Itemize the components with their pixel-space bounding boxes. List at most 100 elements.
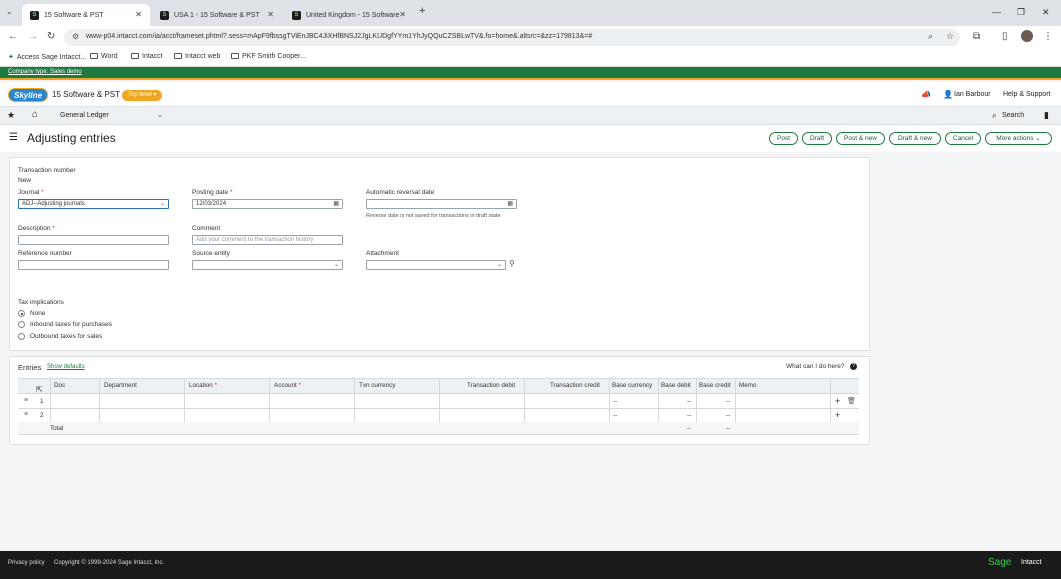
restore-icon[interactable]: ❐ xyxy=(1017,7,1025,18)
close-window-icon[interactable]: ✕ xyxy=(1042,7,1050,18)
comment-input[interactable]: Add your comment to the transaction hist… xyxy=(192,235,343,245)
bookmarks-bar: ✦ Access Sage Intacct... Word Intacct Int… xyxy=(0,48,1061,67)
reference-number-input[interactable] xyxy=(18,260,169,270)
column-header-department: Department xyxy=(104,382,137,389)
announcements-icon[interactable]: 📣 xyxy=(921,90,931,99)
new-tab-icon[interactable]: + xyxy=(419,5,425,17)
row-number: 2 xyxy=(40,412,44,419)
base-credit-cell: -- xyxy=(726,398,731,405)
post-button[interactable]: Post xyxy=(769,132,798,145)
company-name: 15 Software & PST xyxy=(52,90,121,99)
more-actions-button[interactable]: More actions ⌄ xyxy=(985,132,1052,145)
column-header-txn-currency: Txn currency xyxy=(359,382,396,389)
help-link[interactable]: What can I do here? xyxy=(786,363,845,370)
bookmark-icon[interactable]: ▮ xyxy=(1044,110,1049,121)
delete-row-icon[interactable]: 🗑 xyxy=(847,397,856,405)
sage-favicon-icon: S xyxy=(30,10,39,20)
back-icon[interactable]: ← xyxy=(8,31,18,43)
tab-15-software[interactable]: S 15 Software & PST ✕ xyxy=(22,4,150,26)
tab-united-kingdom[interactable]: S United Kingdom - 15 Software ✕ xyxy=(284,4,414,26)
drag-handle-icon[interactable]: ≡ xyxy=(24,411,28,418)
bookmark-intacct[interactable]: Intacct xyxy=(131,53,163,60)
bookmark-star-icon[interactable]: ☆ xyxy=(946,31,954,42)
browser-menu-icon[interactable]: ⋮ xyxy=(1043,31,1053,43)
privacy-policy-link[interactable]: Privacy policy xyxy=(8,560,45,566)
tax-inbound-radio[interactable] xyxy=(18,321,25,328)
post-and-new-button[interactable]: Post & new xyxy=(836,132,885,145)
calendar-icon[interactable]: ▦ xyxy=(507,200,513,207)
attachment-select[interactable]: ⌄ xyxy=(366,260,506,270)
tab-usa-1[interactable]: S USA 1 - 15 Software & PST ✕ xyxy=(152,4,282,26)
page-footer: Privacy policy Copyright © 1999-2024 Sag… xyxy=(0,551,1061,579)
drag-handle-icon[interactable]: ≡ xyxy=(24,397,28,404)
minimize-icon[interactable]: — xyxy=(992,7,1001,17)
tax-none-label[interactable]: None xyxy=(30,310,46,317)
total-base-debit: -- xyxy=(687,425,692,432)
chevron-down-icon: ⌄ xyxy=(333,262,339,268)
zoom-icon[interactable]: ⌕ xyxy=(928,31,933,42)
table-row[interactable]: ≡ 1 -- -- -- + 🗑 xyxy=(18,394,859,408)
column-header-base-credit: Base credit xyxy=(699,382,731,389)
bookmark-access-sage[interactable]: ✦ Access Sage Intacct... xyxy=(8,53,86,61)
show-defaults-link[interactable]: Show defaults xyxy=(47,364,85,370)
side-panel-icon[interactable]: ▯ xyxy=(1002,31,1008,43)
address-bar[interactable]: ⚙ www-p04.intacct.com/ia/acct/frameset.p… xyxy=(64,29,960,46)
close-tab-icon[interactable]: ✕ xyxy=(267,10,274,19)
close-tab-icon[interactable]: ✕ xyxy=(135,10,142,19)
profile-avatar[interactable] xyxy=(1021,30,1033,42)
bookmark-intacct-web[interactable]: Intacct web xyxy=(174,53,220,60)
posting-date-input[interactable]: 12/03/2024 ▦ xyxy=(192,199,343,209)
source-entity-select[interactable]: ⌄ xyxy=(192,260,343,270)
search-icon[interactable]: ⌕ xyxy=(992,111,996,121)
paperclip-icon[interactable]: ⚲ xyxy=(509,259,515,268)
column-header-transaction-debit: Transaction debit xyxy=(467,382,516,389)
row-number: 1 xyxy=(40,398,44,405)
tax-outbound-radio[interactable] xyxy=(18,333,25,340)
column-header-doc: Doc xyxy=(54,382,66,389)
help-question-icon[interactable]: ? xyxy=(850,363,857,370)
tax-inbound-label[interactable]: Inbound taxes for purchases xyxy=(30,321,112,328)
reversal-date-note: Reverse date is not saved for transactio… xyxy=(366,213,501,219)
company-type-link[interactable]: Company type: Sales demo xyxy=(8,69,82,75)
favorites-star-icon[interactable]: ★ xyxy=(7,110,15,121)
sage-icon: ✦ xyxy=(8,54,14,61)
add-row-icon[interactable]: + xyxy=(835,396,840,406)
forward-icon[interactable]: → xyxy=(28,31,38,43)
tax-outbound-label[interactable]: Outbound taxes for sales xyxy=(30,333,102,340)
user-name[interactable]: Ian Barbour xyxy=(954,91,991,98)
tax-none-radio[interactable] xyxy=(18,310,25,317)
journal-select[interactable]: ADJ--Adjusting journals ⌄ xyxy=(18,199,169,209)
company-logo[interactable]: Skyline xyxy=(8,88,49,102)
tab-search-icon[interactable]: ⌄ xyxy=(6,6,13,18)
search-link[interactable]: Search xyxy=(1002,112,1024,119)
draft-and-new-button[interactable]: Draft & new xyxy=(889,132,941,145)
transaction-number-label: Transaction number xyxy=(18,167,76,174)
site-info-icon[interactable]: ⚙ xyxy=(72,32,79,41)
bookmark-pkf[interactable]: PKF Smith Cooper... xyxy=(231,53,306,60)
url-text: www-p04.intacct.com/ia/acct/frameset.pht… xyxy=(86,33,593,40)
description-input[interactable] xyxy=(18,235,169,245)
calendar-icon[interactable]: ▦ xyxy=(333,200,339,207)
module-selector[interactable]: General Ledger xyxy=(60,112,109,119)
close-tab-icon[interactable]: ✕ xyxy=(399,10,406,19)
entity-level-dropdown[interactable]: Top level ▾ xyxy=(122,90,163,101)
chevron-down-icon[interactable]: ⌄ xyxy=(157,111,163,119)
reversal-date-input[interactable]: ▦ xyxy=(366,199,517,209)
cancel-button[interactable]: Cancel xyxy=(945,132,981,145)
sage-logo: Sage xyxy=(988,557,1012,568)
table-row[interactable]: ≡ 2 -- -- -- + xyxy=(18,408,859,422)
base-debit-cell: -- xyxy=(687,412,692,419)
source-entity-label: Source entity xyxy=(192,250,230,257)
draft-button[interactable]: Draft xyxy=(802,132,832,145)
menu-list-icon[interactable]: ☰ xyxy=(9,132,18,143)
copyright-text: Copyright © 1999-2024 Sage Intacct, Inc. xyxy=(54,560,165,566)
extensions-icon[interactable]: ⧉ xyxy=(973,31,980,43)
reload-icon[interactable]: ↻ xyxy=(47,31,55,43)
module-nav: ★ ⌂ General Ledger ⌄ ⌕ Search ▮ xyxy=(0,107,1061,125)
bookmark-word[interactable]: Word xyxy=(90,53,118,60)
column-header-transaction-credit: Transaction credit xyxy=(550,382,600,389)
browser-toolbar: ← → ↻ ⚙ www-p04.intacct.com/ia/acct/fram… xyxy=(0,26,1061,48)
help-support-link[interactable]: Help & Support xyxy=(1003,91,1050,98)
home-icon[interactable]: ⌂ xyxy=(32,109,38,120)
add-row-icon[interactable]: + xyxy=(835,410,840,420)
